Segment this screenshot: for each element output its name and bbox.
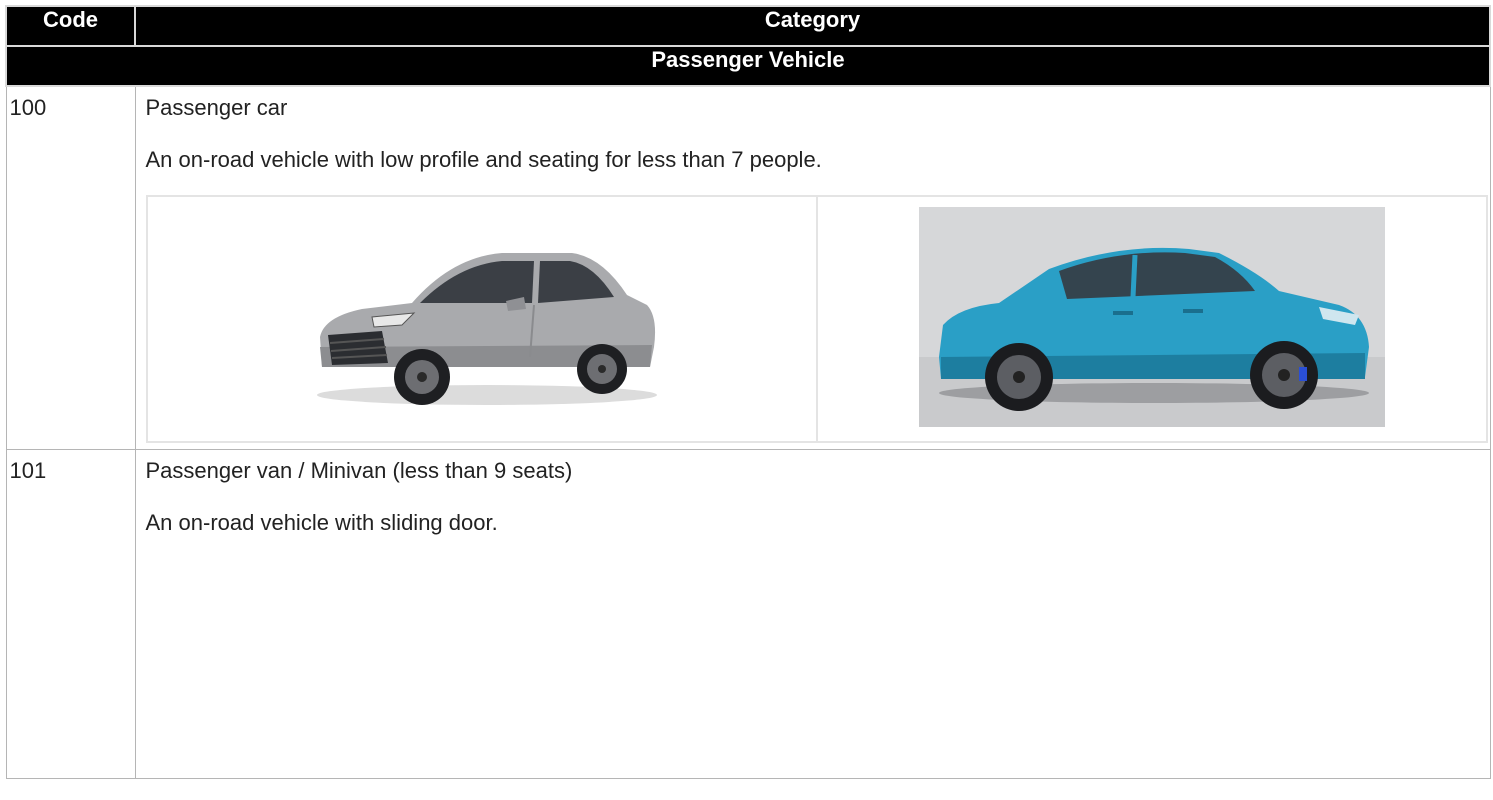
- category-description: An on-road vehicle with low profile and …: [145, 147, 822, 172]
- category-name: Passenger van / Minivan (less than 9 sea…: [145, 458, 573, 483]
- category-cell: Passenger car An on-road vehicle with lo…: [134, 85, 1491, 450]
- category-table: Code Category Passenger Vehicle 100 Pass…: [5, 5, 1491, 779]
- table-header-row: Code Category: [5, 5, 1491, 47]
- category-description: An on-road vehicle with sliding door.: [145, 510, 498, 535]
- category-code: 100: [5, 85, 136, 450]
- group-header-row: Passenger Vehicle: [5, 45, 1491, 87]
- code-column-header: Code: [5, 5, 136, 47]
- category-code: 101: [5, 449, 136, 779]
- table-row: 100 Passenger car An on-road vehicle wit…: [5, 85, 1491, 450]
- image-cell: [815, 195, 1488, 443]
- page: Code Category Passenger Vehicle 100 Pass…: [0, 0, 1493, 800]
- group-title: Passenger Vehicle: [5, 45, 1491, 87]
- category-column-header: Category: [134, 5, 1491, 47]
- image-cell: [145, 195, 818, 443]
- blue-sedan-image: [918, 206, 1385, 427]
- silver-sedan-image: [316, 252, 657, 405]
- table-row: 101 Passenger van / Minivan (less than 9…: [5, 449, 1491, 779]
- image-table: [145, 195, 1488, 443]
- category-cell: Passenger van / Minivan (less than 9 sea…: [134, 449, 1491, 779]
- category-name: Passenger car: [145, 95, 288, 120]
